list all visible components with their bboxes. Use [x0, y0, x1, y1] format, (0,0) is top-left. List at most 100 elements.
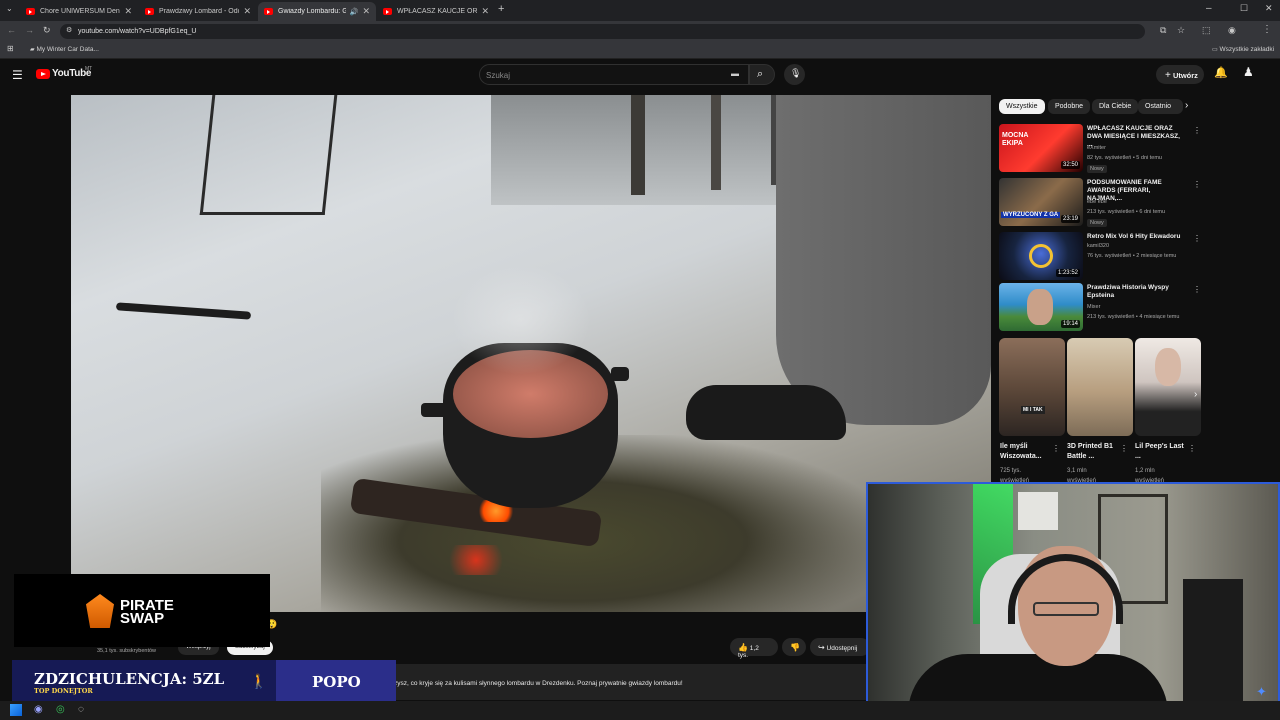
browser-tab-3-active[interactable]: Gwiazdy Lombardu: Gotuje 🔊 ✕ — [258, 2, 376, 21]
short-title[interactable]: Ile myśli Wiszowata... — [1000, 442, 1052, 462]
video-meta: 82 tys. wyświetleń • 5 dni temu — [1087, 155, 1162, 161]
video-meta: 76 tys. wyświetleń • 2 miesiące temu — [1087, 253, 1177, 259]
subscriber-count: 35,1 tys. subskrybentów — [97, 648, 157, 654]
forward-icon[interactable]: → — [25, 26, 34, 35]
description-text: ku zobaczysz, co kryje się za kulisami s… — [368, 680, 683, 687]
voice-search-button[interactable]: 🎙 — [784, 64, 805, 85]
more-options-icon[interactable]: ⋮ — [1193, 285, 1201, 294]
close-tab-icon[interactable]: ✕ — [124, 6, 132, 17]
plus-icon: + — [1165, 70, 1171, 81]
extensions-icon[interactable]: ⬚ — [1202, 26, 1211, 35]
chip-recent[interactable]: Ostatnio — [1138, 99, 1183, 114]
keyboard-icon[interactable]: ▬ — [731, 70, 739, 78]
donation-left-panel: ZDZICHULENCJA: 5ZL TOP DONEJTOR 🚶 — [12, 660, 276, 705]
url-field[interactable]: ⚙ youtube.com/watch?v=UDBpfG1eq_U — [60, 24, 1145, 39]
tab-title: Prawdziwy Lombard - Odcinek — [159, 8, 240, 15]
chips-next-arrow-icon[interactable]: › — [1185, 101, 1188, 111]
donation-right-text: POPO — [312, 673, 361, 691]
apps-grid-icon[interactable]: ⊞ — [7, 45, 14, 53]
close-tab-icon[interactable]: ✕ — [362, 6, 370, 17]
video-thumbnail[interactable]: MOCNA EKIPA 32:50 — [999, 124, 1083, 172]
more-options-icon[interactable]: ⋮ — [1193, 126, 1201, 135]
discord-icon[interactable]: ◉ — [34, 705, 43, 715]
chrome-icon[interactable]: ◎ — [56, 705, 65, 715]
bookmarks-bar: ⊞ ▰ My Winter Car Data... ▭ Wszystkie za… — [0, 42, 1280, 59]
windows-start-icon[interactable] — [10, 704, 22, 716]
reload-icon[interactable]: ↻ — [43, 26, 51, 35]
short-more-icon[interactable]: ⋮ — [1188, 445, 1196, 453]
recommendation-item[interactable]: WYRZUCONY Z GA 23:19 PODSUMOWANIE FAME A… — [999, 178, 1201, 227]
all-bookmarks-label: Wszystkie zakładki — [1219, 46, 1275, 53]
video-thumbnail[interactable]: WYRZUCONY Z GA 23:19 — [999, 178, 1083, 226]
donation-figure-icon: 🚶 — [250, 673, 268, 689]
close-tab-icon[interactable]: ✕ — [243, 6, 251, 17]
create-button[interactable]: + Utwórz — [1156, 65, 1204, 84]
notifications-bell-icon[interactable]: 🔔 — [1214, 68, 1228, 79]
shorts-next-arrow-icon[interactable]: › — [1194, 390, 1197, 400]
channel-name[interactable]: Mixer — [1087, 304, 1100, 310]
browser-tab-1[interactable]: Chore UNIWERSUM Denisa Za ✕ — [20, 2, 138, 21]
video-title[interactable]: Prawdziwa Historia Wyspy Epsteina — [1087, 284, 1187, 300]
recommendation-item[interactable]: 19:14 Prawdziwa Historia Wyspy Epsteina … — [999, 283, 1201, 331]
chip-all[interactable]: Wszystkie — [999, 99, 1045, 114]
bookmark-item[interactable]: ▰ My Winter Car Data... — [30, 46, 99, 53]
menu-kebab-icon[interactable]: ⋮ — [1262, 25, 1272, 35]
folding-chair — [199, 95, 338, 215]
more-options-icon[interactable]: ⋮ — [1193, 234, 1201, 243]
maximize-icon[interactable]: ☐ — [1240, 4, 1248, 13]
obs-icon[interactable]: ◌ — [78, 705, 84, 715]
site-info-icon[interactable]: ⚙ — [66, 27, 72, 34]
close-window-icon[interactable]: ✕ — [1265, 4, 1273, 13]
chip-for-you[interactable]: Dla Ciebie — [1092, 99, 1139, 114]
share-button[interactable]: ↪ Udostępnij — [810, 638, 870, 656]
donation-subtitle: TOP DONEJTOR — [34, 687, 93, 695]
all-bookmarks[interactable]: ▭ Wszystkie zakładki — [1212, 46, 1274, 53]
channel-name[interactable]: ebe ebe — [1087, 199, 1107, 205]
search-input[interactable]: Szukaj ▬ — [479, 64, 749, 85]
video-thumbnail[interactable]: 1:23:52 — [999, 232, 1083, 280]
youtube-favicon-icon — [264, 8, 273, 15]
bookmark-star-icon[interactable]: ☆ — [1177, 26, 1185, 35]
pot-handle — [611, 367, 629, 381]
youtube-logo[interactable]: YouTube MT — [36, 66, 106, 82]
channel-name[interactable]: eXmiter — [1087, 145, 1106, 151]
close-tab-icon[interactable]: ✕ — [481, 6, 489, 17]
short-thumbnail[interactable] — [1135, 338, 1201, 436]
more-options-icon[interactable]: ⋮ — [1193, 180, 1201, 189]
video-player[interactable] — [71, 95, 991, 612]
thumbs-down-icon: 👎 — [790, 643, 800, 652]
browser-tab-2[interactable]: Prawdziwy Lombard - Odcinek ✕ — [139, 2, 257, 21]
new-tab-icon[interactable]: + — [498, 4, 504, 15]
cast-icon[interactable]: ⧉ — [1160, 26, 1166, 35]
share-arrow-icon: ↪ — [818, 643, 825, 652]
video-title[interactable]: Retro Mix Vol 6 Hity Ekwadoru — [1087, 233, 1187, 241]
account-avatar-icon[interactable]: ♟ — [1243, 66, 1254, 78]
youtube-play-logo-icon — [36, 69, 50, 79]
donation-right-panel: POPO — [276, 660, 396, 705]
like-button[interactable]: 👍 1,2 tys. — [730, 638, 778, 659]
recommendation-item[interactable]: MOCNA EKIPA 32:50 WPŁACASZ KAUCJE ORAZ D… — [999, 124, 1201, 173]
short-title[interactable]: 3D Printed B1 Battle ... — [1067, 442, 1119, 462]
music-disc-icon — [1029, 244, 1053, 268]
video-thumbnail[interactable]: 19:14 — [999, 283, 1083, 331]
hamburger-menu-icon[interactable]: ☰ — [12, 69, 23, 81]
search-button[interactable]: ⌕ — [749, 64, 775, 85]
recommendation-item[interactable]: 1:23:52 Retro Mix Vol 6 Hity Ekwadoru ka… — [999, 232, 1201, 280]
audio-playing-icon[interactable]: 🔊 — [350, 8, 359, 16]
tab-search-icon[interactable]: ⌄ — [6, 5, 13, 13]
dislike-button[interactable]: 👎 — [782, 638, 806, 656]
short-more-icon[interactable]: ⋮ — [1052, 445, 1060, 453]
short-title[interactable]: Lil Peep's Last ... — [1135, 442, 1187, 462]
tab-title: WPŁACASZ KAUCJE ORAZ DW — [397, 8, 478, 15]
filter-chips: Wszystkie Podobne Dla Ciebie Ostatnio — [999, 99, 1199, 114]
short-more-icon[interactable]: ⋮ — [1120, 445, 1128, 453]
channel-name[interactable]: kamil320 — [1087, 243, 1109, 249]
youtube-favicon-icon — [26, 8, 35, 15]
browser-tab-4[interactable]: WPŁACASZ KAUCJE ORAZ DW ✕ — [377, 2, 495, 21]
short-thumbnail[interactable]: MI I TAK — [999, 338, 1065, 436]
back-icon[interactable]: ← — [7, 26, 16, 35]
minimize-icon[interactable]: – — [1206, 4, 1212, 14]
profile-icon[interactable]: ◉ — [1228, 26, 1236, 35]
chip-related[interactable]: Podobne — [1048, 99, 1091, 114]
short-thumbnail[interactable] — [1067, 338, 1133, 436]
